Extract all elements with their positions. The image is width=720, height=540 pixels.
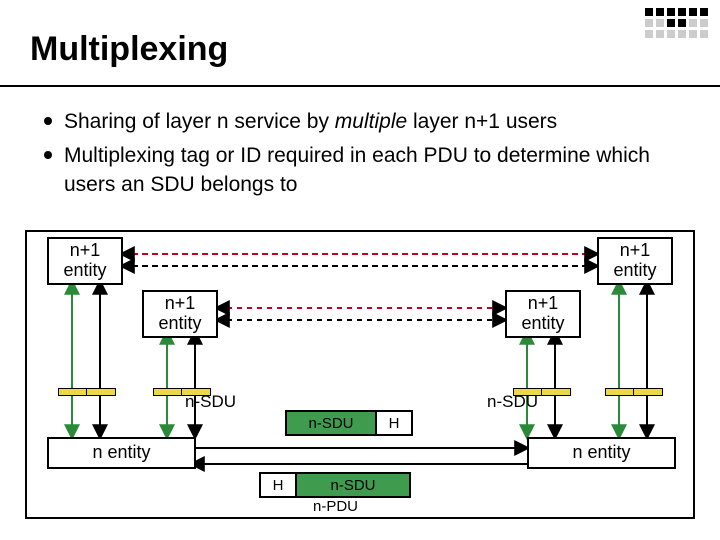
label-sdu-right: n-SDU xyxy=(487,392,538,412)
sap-pill xyxy=(633,388,663,396)
slide-title: Multiplexing xyxy=(30,30,228,69)
sap-pill xyxy=(605,388,635,396)
box-pdu-sdu-top: n-SDU xyxy=(285,410,377,436)
diagram-frame: n+1 entity n+1 entity n+1 entity n+1 ent… xyxy=(25,230,695,519)
bullet-text-1: Sharing of layer n service by multiple l… xyxy=(64,108,557,136)
box-n1-entity-left-b: n+1 entity xyxy=(142,290,218,338)
label-sdu-left: n-SDU xyxy=(185,392,236,412)
box-pdu-h-top: H xyxy=(375,410,413,436)
title-divider xyxy=(0,85,720,87)
box-n-entity-right: n entity xyxy=(527,437,676,469)
label-npdu: n-PDU xyxy=(313,498,358,515)
decoration-dots xyxy=(645,8,708,38)
sap-pill xyxy=(541,388,571,396)
box-pdu-h-bot: H xyxy=(259,472,297,498)
sap-pill xyxy=(58,388,88,396)
bullet-text-2: Multiplexing tag or ID required in each … xyxy=(64,142,684,199)
box-pdu-sdu-bot: n-SDU xyxy=(295,472,411,498)
bullet-item: Multiplexing tag or ID required in each … xyxy=(44,142,684,199)
box-n1-entity-right-a: n+1 entity xyxy=(597,237,673,285)
bullet-icon xyxy=(44,151,52,159)
box-n-entity-left: n entity xyxy=(47,437,196,469)
sap-pill xyxy=(86,388,116,396)
bullet-list: Sharing of layer n service by multiple l… xyxy=(44,108,684,205)
slide: Multiplexing Sharing of layer n service … xyxy=(0,0,720,540)
box-n1-entity-left-a: n+1 entity xyxy=(47,237,123,285)
box-n1-entity-right-b: n+1 entity xyxy=(505,290,581,338)
sap-pill xyxy=(153,388,183,396)
bullet-item: Sharing of layer n service by multiple l… xyxy=(44,108,684,136)
bullet-icon xyxy=(44,117,52,125)
